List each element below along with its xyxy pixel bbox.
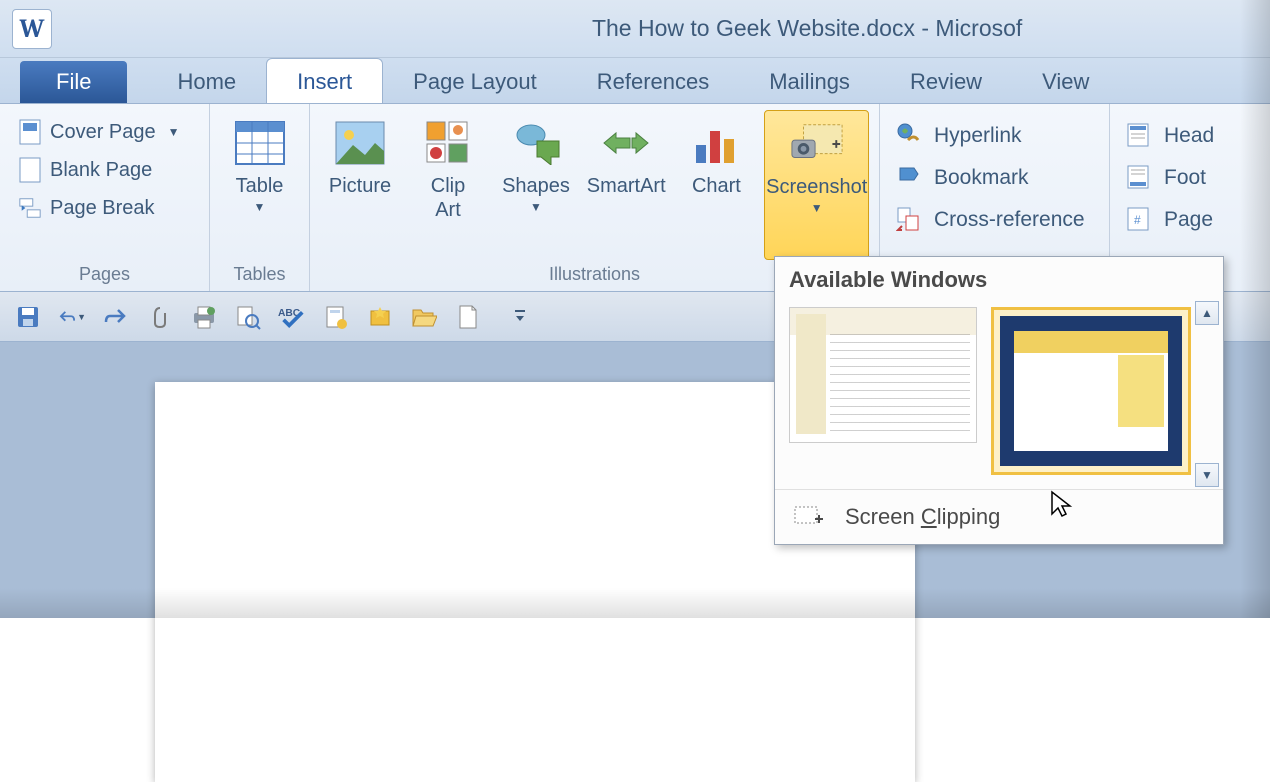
quick-print-icon[interactable] bbox=[190, 303, 218, 331]
group-pages: Cover Page ▼ Blank Page Page Break bbox=[0, 104, 210, 291]
window-thumbnail-2[interactable] bbox=[991, 307, 1191, 475]
screenshot-dropdown-panel: Available Windows ▲ ▼ Screen Clipping bbox=[774, 256, 1224, 545]
page-break-icon bbox=[18, 196, 42, 220]
word-app-icon[interactable]: W bbox=[12, 9, 52, 49]
tab-page-layout[interactable]: Page Layout bbox=[383, 59, 567, 103]
new-blank-icon[interactable] bbox=[454, 303, 482, 331]
clip-art-label: Clip Art bbox=[431, 174, 465, 222]
attach-icon[interactable] bbox=[146, 303, 174, 331]
footer-button[interactable]: Foot bbox=[1120, 162, 1220, 194]
hyperlink-label: Hyperlink bbox=[934, 124, 1022, 148]
group-pages-label: Pages bbox=[10, 260, 199, 289]
header-icon bbox=[1126, 122, 1154, 150]
chart-label: Chart bbox=[692, 174, 741, 198]
chevron-down-icon: ▼ bbox=[254, 200, 266, 214]
screenshot-label: Screenshot bbox=[766, 175, 867, 199]
screen-clipping-label: Screen Clipping bbox=[845, 504, 1000, 530]
table-button[interactable]: Table ▼ bbox=[220, 110, 300, 260]
tab-insert[interactable]: Insert bbox=[266, 58, 383, 103]
save-icon[interactable] bbox=[14, 303, 42, 331]
screen-clipping-button[interactable]: Screen Clipping bbox=[775, 489, 1223, 544]
bookmark-icon bbox=[896, 164, 924, 192]
new-button-icon[interactable] bbox=[366, 303, 394, 331]
hyperlink-icon bbox=[896, 122, 924, 150]
tab-references[interactable]: References bbox=[567, 59, 740, 103]
picture-button[interactable]: Picture bbox=[320, 110, 400, 260]
screenshot-icon bbox=[790, 117, 844, 171]
title-bar: W The How to Geek Website.docx - Microso… bbox=[0, 0, 1270, 58]
smartart-icon bbox=[599, 116, 653, 170]
cover-page-button[interactable]: Cover Page ▼ bbox=[10, 116, 188, 148]
page-break-button[interactable]: Page Break bbox=[10, 192, 188, 224]
page-number-label: Page bbox=[1164, 208, 1213, 232]
chevron-down-icon: ▼ bbox=[811, 201, 823, 215]
blank-page-label: Blank Page bbox=[50, 159, 152, 182]
cross-reference-label: Cross-reference bbox=[934, 208, 1085, 232]
page-number-button[interactable]: # Page bbox=[1120, 204, 1220, 236]
cover-page-icon bbox=[18, 120, 42, 144]
clip-art-icon bbox=[421, 116, 475, 170]
chart-button[interactable]: Chart bbox=[676, 110, 756, 260]
picture-icon bbox=[333, 116, 387, 170]
undo-icon[interactable]: ▼ bbox=[58, 303, 86, 331]
redo-icon[interactable] bbox=[102, 303, 130, 331]
clip-art-button[interactable]: Clip Art bbox=[408, 110, 488, 260]
spelling-icon[interactable]: ABC bbox=[278, 303, 306, 331]
chevron-down-icon: ▼ bbox=[168, 125, 180, 139]
picture-label: Picture bbox=[329, 174, 391, 198]
cross-reference-button[interactable]: Cross-reference bbox=[890, 204, 1091, 236]
screenshot-button[interactable]: Screenshot ▼ bbox=[764, 110, 869, 260]
hyperlink-button[interactable]: Hyperlink bbox=[890, 120, 1091, 152]
tab-review[interactable]: Review bbox=[880, 59, 1012, 103]
screen-clipping-icon bbox=[793, 505, 825, 529]
smartart-label: SmartArt bbox=[587, 174, 666, 198]
chart-icon bbox=[689, 116, 743, 170]
shapes-icon bbox=[509, 116, 563, 170]
window-title: The How to Geek Website.docx - Microsof bbox=[592, 15, 1022, 42]
footer-icon bbox=[1126, 164, 1154, 192]
group-tables-label: Tables bbox=[220, 260, 299, 289]
available-windows-header: Available Windows bbox=[775, 257, 1223, 299]
tab-file[interactable]: File bbox=[20, 61, 127, 103]
chevron-down-icon: ▼ bbox=[530, 200, 542, 214]
blank-page-icon bbox=[18, 158, 42, 182]
shapes-label: Shapes bbox=[502, 174, 570, 198]
bookmark-button[interactable]: Bookmark bbox=[890, 162, 1091, 194]
page-number-icon: # bbox=[1126, 206, 1154, 234]
group-tables: Table ▼ Tables bbox=[210, 104, 310, 291]
svg-text:#: # bbox=[1134, 213, 1141, 227]
header-button[interactable]: Head bbox=[1120, 120, 1220, 152]
customize-qat-icon[interactable] bbox=[506, 303, 534, 331]
cross-reference-icon bbox=[896, 206, 924, 234]
bookmark-label: Bookmark bbox=[934, 166, 1029, 190]
scroll-up-button[interactable]: ▲ bbox=[1195, 301, 1219, 325]
smartart-button[interactable]: SmartArt bbox=[584, 110, 668, 260]
cover-page-label: Cover Page bbox=[50, 121, 156, 144]
tab-view[interactable]: View bbox=[1012, 59, 1119, 103]
tab-mailings[interactable]: Mailings bbox=[739, 59, 880, 103]
window-thumbnail-1[interactable] bbox=[789, 307, 977, 443]
new-document-icon[interactable] bbox=[322, 303, 350, 331]
ribbon-tabs: File Home Insert Page Layout References … bbox=[0, 58, 1270, 104]
tab-home[interactable]: Home bbox=[147, 59, 266, 103]
blank-page-button[interactable]: Blank Page bbox=[10, 154, 188, 186]
page-break-label: Page Break bbox=[50, 197, 155, 220]
header-label: Head bbox=[1164, 124, 1214, 148]
open-icon[interactable] bbox=[410, 303, 438, 331]
table-label: Table bbox=[236, 174, 284, 198]
table-icon bbox=[233, 116, 287, 170]
print-preview-icon[interactable] bbox=[234, 303, 262, 331]
shapes-button[interactable]: Shapes ▼ bbox=[496, 110, 576, 260]
footer-label: Foot bbox=[1164, 166, 1206, 190]
scroll-down-button[interactable]: ▼ bbox=[1195, 463, 1219, 487]
